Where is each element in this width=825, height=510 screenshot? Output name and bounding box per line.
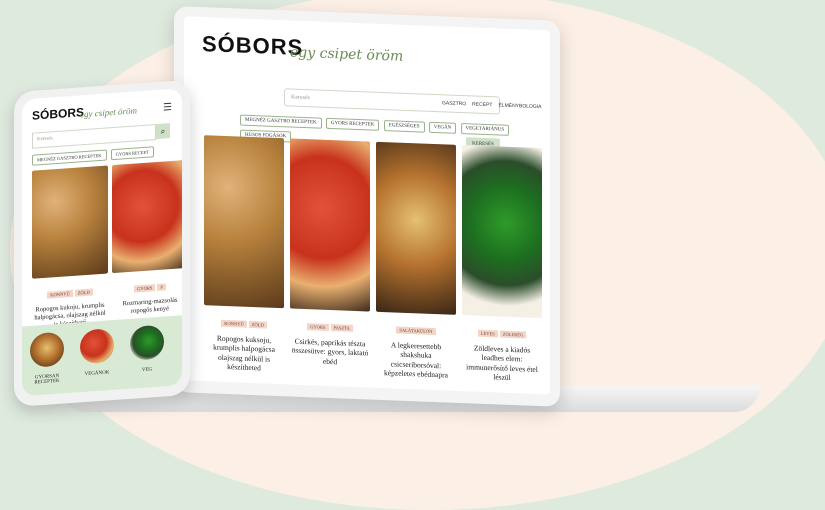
hamburger-icon[interactable]: ☰ <box>163 102 172 114</box>
recipe-title[interactable]: Csirkés, paprikás tészta összesütve: gyo… <box>290 336 370 367</box>
badge: GYORS <box>307 323 329 331</box>
badge: SALÁTAKÜLÖN <box>396 326 436 336</box>
category-image[interactable] <box>130 324 164 361</box>
chip[interactable]: EGÉSZSÉGES <box>383 120 425 133</box>
chip[interactable]: VEGETÁRIÁNUS <box>460 123 510 136</box>
recipe-image[interactable] <box>290 138 370 312</box>
badge: ZÖLDSÉG <box>499 330 527 339</box>
badge: LEVES <box>477 329 498 338</box>
phone-tagline: egy csipet öröm <box>80 105 137 120</box>
laptop-frame: SÓBORS egy csipet öröm Keresés GASZTRO R… <box>174 6 560 407</box>
recipe-title[interactable]: Rozmaring-mazsolás ropogós kenyé <box>112 296 182 318</box>
badge: GYORS <box>134 284 156 293</box>
badge: ZÖLD <box>74 288 93 297</box>
chip[interactable]: VEGÁN <box>428 121 457 134</box>
chip[interactable]: MEGNÉZ GASZTRO RECEPTEK <box>240 114 322 129</box>
recipe-card[interactable]: KONNYŰ ZÖLD Ropogos kuksoju, krumplis hal… <box>204 135 284 374</box>
phone-search-input[interactable]: Keresés <box>32 124 156 149</box>
chip[interactable]: MEGNÉZ GASZTRO RECEPTEK <box>32 149 107 166</box>
category-label[interactable]: VEGÁNOK <box>75 370 119 378</box>
category-image[interactable] <box>80 328 114 365</box>
nav-item-gasztro[interactable]: GASZTRO <box>442 100 466 107</box>
recipe-title[interactable]: Ropogos kuksoju, krumplis halpogácsa ola… <box>204 333 284 374</box>
badge: PASZTA <box>330 324 353 332</box>
phone-recipe-images <box>32 159 182 279</box>
recipe-image[interactable] <box>204 135 284 309</box>
badge: P <box>157 283 166 291</box>
phone-logo[interactable]: SÓBORS <box>32 105 84 123</box>
phone-screen: SÓBORS egy csipet öröm ☰ Keresés ⌕ MEGNÉ… <box>22 88 182 397</box>
recipe-card[interactable]: LEVES ZÖLDSÉG Zöldleves a kiadós leadhes … <box>462 145 542 384</box>
phone-bottom-band: GYORSAN RECEPTEK VEGÁNOK VEG <box>22 315 182 397</box>
laptop-screen: SÓBORS egy csipet öröm Keresés GASZTRO R… <box>184 16 550 395</box>
site-tagline: egy csipet öröm <box>290 44 404 65</box>
recipe-image[interactable] <box>112 159 182 274</box>
recipe-cards: KONNYŰ ZÖLD Ropogos kuksoju, krumplis hal… <box>204 135 542 383</box>
recipe-card[interactable]: GYORS PASZTA Csirkés, paprikás tészta öss… <box>290 138 370 377</box>
nav-item-elmeny[interactable]: ÉLMÉNYBOLOGIA <box>498 102 541 110</box>
phone-frame: SÓBORS egy csipet öröm ☰ Keresés ⌕ MEGNÉ… <box>14 79 190 408</box>
site-logo[interactable]: SÓBORS <box>202 31 303 61</box>
search-icon[interactable]: ⌕ <box>156 123 170 140</box>
recipe-image[interactable] <box>32 165 108 279</box>
nav-item-recept[interactable]: RECEPT <box>472 101 492 108</box>
recipe-card[interactable]: SALÁTAKÜLÖN A legkeresettebb shakshuka c… <box>376 141 456 381</box>
recipe-image[interactable] <box>376 141 456 315</box>
chip[interactable]: GYORS RECEPTEK <box>325 117 380 131</box>
category-label[interactable]: GYORSAN RECEPTEK <box>25 373 69 386</box>
recipe-title[interactable]: Zöldleves a kiadós leadhes elem: immuner… <box>462 343 542 384</box>
badge: KONNYŰ <box>47 289 73 299</box>
badge: ZÖLD <box>248 320 267 329</box>
recipe-title[interactable]: A legkeresettebb shakshuka csicseriborsó… <box>376 340 456 381</box>
chip[interactable]: GYORS RECEPT <box>110 146 154 161</box>
badge: KONNYŰ <box>221 319 247 328</box>
category-label[interactable]: VEG <box>125 366 169 374</box>
recipe-image[interactable] <box>462 145 542 319</box>
site-header: SÓBORS egy csipet öröm <box>184 16 550 92</box>
category-image[interactable] <box>30 331 64 368</box>
